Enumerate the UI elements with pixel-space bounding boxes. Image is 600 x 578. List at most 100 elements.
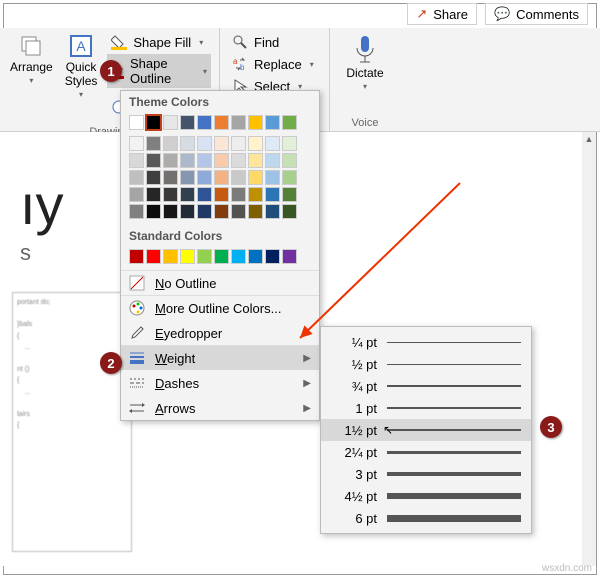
color-swatch[interactable] — [231, 187, 246, 202]
shape-fill-button[interactable]: Shape Fill▾ — [107, 32, 211, 52]
color-swatch[interactable] — [265, 249, 280, 264]
weight-item[interactable]: Weight ▶ — [121, 345, 319, 370]
color-swatch[interactable] — [163, 153, 178, 168]
color-swatch[interactable] — [214, 153, 229, 168]
find-button[interactable]: Find — [228, 32, 318, 52]
color-swatch[interactable] — [129, 187, 144, 202]
color-swatch[interactable] — [146, 204, 161, 219]
color-swatch[interactable] — [197, 136, 212, 151]
shape-outline-button[interactable]: Shape Outline▾ — [107, 54, 211, 88]
color-swatch[interactable] — [248, 249, 263, 264]
color-swatch[interactable] — [248, 115, 263, 130]
color-swatch[interactable] — [282, 115, 297, 130]
color-swatch[interactable] — [265, 187, 280, 202]
color-swatch[interactable] — [180, 249, 195, 264]
eyedropper-icon — [129, 325, 145, 341]
color-swatch[interactable] — [129, 204, 144, 219]
color-swatch[interactable] — [265, 170, 280, 185]
color-swatch[interactable] — [129, 249, 144, 264]
color-swatch[interactable] — [146, 153, 161, 168]
color-swatch[interactable] — [214, 204, 229, 219]
weight-option[interactable]: 1 pt — [321, 397, 531, 419]
color-swatch[interactable] — [197, 115, 212, 130]
submenu-arrow-icon: ▶ — [303, 353, 311, 364]
dictate-button[interactable]: Dictate ▾ — [344, 32, 385, 93]
quick-styles-icon: A — [69, 34, 93, 58]
quick-styles-button[interactable]: A Quick Styles ▾ — [63, 32, 100, 101]
color-swatch[interactable] — [163, 136, 178, 151]
color-swatch[interactable] — [214, 249, 229, 264]
vertical-scrollbar[interactable]: ▲ — [582, 132, 596, 566]
color-swatch[interactable] — [146, 115, 161, 130]
weight-option[interactable]: ½ pt — [321, 353, 531, 375]
color-swatch[interactable] — [129, 153, 144, 168]
slide-subtitle-fragment: s — [20, 240, 31, 266]
color-swatch[interactable] — [180, 170, 195, 185]
color-swatch[interactable] — [231, 249, 246, 264]
color-swatch[interactable] — [180, 187, 195, 202]
dashes-icon — [129, 375, 145, 391]
color-swatch[interactable] — [197, 204, 212, 219]
weight-option[interactable]: 4½ pt — [321, 485, 531, 507]
replace-button[interactable]: ab Replace▾ — [228, 54, 318, 74]
color-swatch[interactable] — [265, 204, 280, 219]
color-swatch[interactable] — [163, 170, 178, 185]
color-swatch[interactable] — [163, 249, 178, 264]
color-swatch[interactable] — [265, 153, 280, 168]
color-swatch[interactable] — [146, 249, 161, 264]
weight-option[interactable]: 6 pt — [321, 507, 531, 529]
arrows-item[interactable]: Arrows ▶ — [121, 395, 319, 420]
color-swatch[interactable] — [129, 136, 144, 151]
weight-option[interactable]: 3 pt — [321, 463, 531, 485]
comments-button[interactable]: 💬 Comments — [485, 3, 588, 25]
color-swatch[interactable] — [146, 136, 161, 151]
color-swatch[interactable] — [214, 136, 229, 151]
share-button[interactable]: ↗ Share — [407, 3, 477, 25]
color-swatch[interactable] — [146, 170, 161, 185]
color-swatch[interactable] — [282, 136, 297, 151]
weight-option[interactable]: 1½ pt↖ — [321, 419, 531, 441]
color-swatch[interactable] — [214, 170, 229, 185]
color-swatch[interactable] — [197, 187, 212, 202]
color-swatch[interactable] — [163, 115, 178, 130]
share-label: Share — [433, 7, 468, 22]
color-swatch[interactable] — [231, 204, 246, 219]
color-swatch[interactable] — [248, 153, 263, 168]
color-swatch[interactable] — [197, 153, 212, 168]
dictate-icon — [352, 34, 378, 64]
scroll-up-icon[interactable]: ▲ — [582, 132, 596, 146]
color-swatch[interactable] — [248, 204, 263, 219]
dashes-item[interactable]: Dashes ▶ — [121, 370, 319, 395]
color-swatch[interactable] — [163, 204, 178, 219]
color-swatch[interactable] — [129, 115, 144, 130]
callout-1: 1 — [100, 60, 122, 82]
color-swatch[interactable] — [180, 153, 195, 168]
cursor-icon: ↖ — [383, 423, 393, 437]
arrange-button[interactable]: Arrange ▾ — [8, 32, 55, 87]
color-swatch[interactable] — [180, 136, 195, 151]
color-swatch[interactable] — [180, 115, 195, 130]
color-swatch[interactable] — [265, 136, 280, 151]
weight-option[interactable]: ¾ pt — [321, 375, 531, 397]
color-swatch[interactable] — [163, 187, 178, 202]
color-swatch[interactable] — [231, 170, 246, 185]
voice-group-label: Voice — [338, 117, 392, 129]
color-swatch[interactable] — [231, 136, 246, 151]
color-swatch[interactable] — [180, 204, 195, 219]
color-swatch[interactable] — [231, 115, 246, 130]
color-swatch[interactable] — [146, 187, 161, 202]
color-swatch[interactable] — [214, 115, 229, 130]
color-swatch[interactable] — [248, 170, 263, 185]
weight-option[interactable]: 2¼ pt — [321, 441, 531, 463]
no-outline-icon — [129, 275, 145, 291]
callout-2: 2 — [100, 352, 122, 374]
color-swatch[interactable] — [282, 153, 297, 168]
color-swatch[interactable] — [214, 187, 229, 202]
color-swatch[interactable] — [197, 170, 212, 185]
color-swatch[interactable] — [231, 153, 246, 168]
color-swatch[interactable] — [265, 115, 280, 130]
color-swatch[interactable] — [248, 136, 263, 151]
color-swatch[interactable] — [129, 170, 144, 185]
color-swatch[interactable] — [248, 187, 263, 202]
color-swatch[interactable] — [197, 249, 212, 264]
